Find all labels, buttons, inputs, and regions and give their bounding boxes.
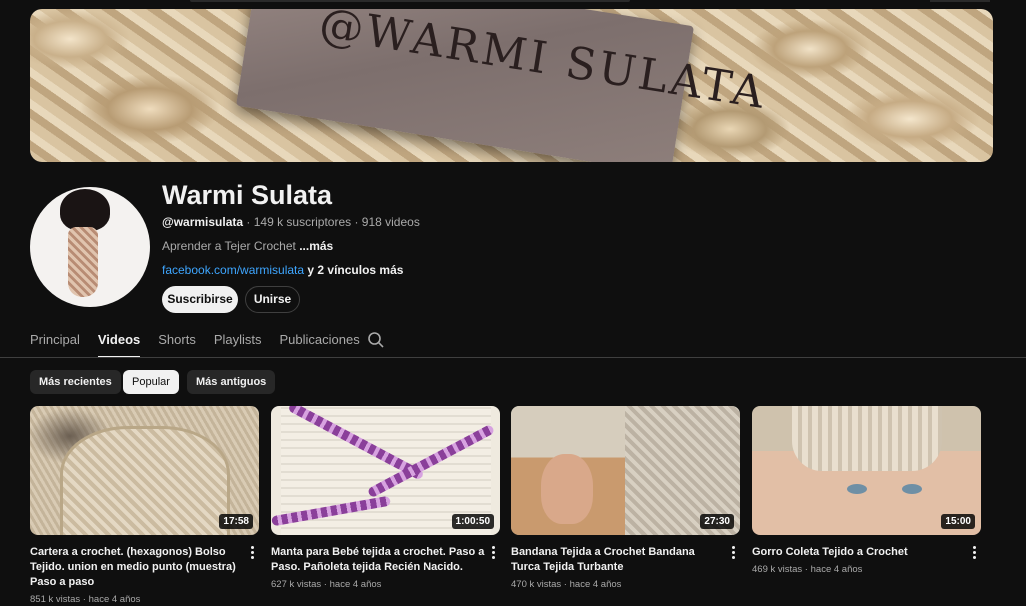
more-options-icon[interactable] <box>969 545 979 561</box>
description-more[interactable]: ...más <box>299 239 333 253</box>
more-options-icon[interactable] <box>728 545 738 561</box>
video-views: 851 k vistas <box>30 594 81 605</box>
channel-description[interactable]: Aprender a Tejer Crochet ...más <box>162 239 333 253</box>
video-title[interactable]: Bandana Tejida a Crochet Bandana Turca T… <box>511 545 725 575</box>
video-views: 470 k vistas <box>511 579 562 590</box>
chip-popular[interactable]: Popular <box>123 370 179 394</box>
more-links[interactable]: y 2 vínculos más <box>304 263 403 277</box>
chip-mas-recientes[interactable]: Más recientes <box>30 370 121 394</box>
channel-meta: @warmisulata · 149 k suscriptores · 918 … <box>162 215 420 229</box>
thumbnail-bag-art <box>60 426 230 535</box>
video-views: 469 k vistas <box>752 564 803 575</box>
tab-principal[interactable]: Principal <box>30 326 80 358</box>
banner-label-tag: @WARMI SULATA <box>235 9 770 162</box>
video-views: 627 k vistas <box>271 579 322 590</box>
video-thumbnail[interactable]: 1:00:50 <box>271 406 500 535</box>
more-options-icon[interactable] <box>247 545 257 561</box>
thumbnail-hat-art <box>792 406 942 471</box>
avatar-hair <box>60 189 110 231</box>
search-icon[interactable] <box>366 330 386 350</box>
video-duration: 15:00 <box>941 514 975 529</box>
more-options-icon[interactable] <box>488 545 498 561</box>
video-meta: 627 k vistas · hace 4 años <box>271 579 382 590</box>
video-card[interactable]: 27:30 Bandana Tejida a Crochet Bandana T… <box>511 406 740 590</box>
thumbnail-eye-art <box>902 484 922 494</box>
video-card[interactable]: 1:00:50 Manta para Bebé tejida a crochet… <box>271 406 500 590</box>
tab-publicaciones[interactable]: Publicaciones <box>280 326 360 358</box>
banner-text: @WARMI SULATA <box>315 9 771 120</box>
video-age: hace 4 años <box>810 564 863 575</box>
facebook-link[interactable]: facebook.com/warmisulata <box>162 263 304 277</box>
avatar-figure <box>68 227 98 297</box>
channel-stats: · 149 k suscriptores · 918 videos <box>243 215 420 229</box>
thumbnail-eye-art <box>847 484 867 494</box>
tab-playlists[interactable]: Playlists <box>214 326 262 358</box>
video-duration: 17:58 <box>219 514 253 529</box>
video-title[interactable]: Cartera a crochet. (hexagonos) Bolso Tej… <box>30 545 244 590</box>
channel-banner: @WARMI SULATA <box>30 9 993 162</box>
chip-mas-antiguos[interactable]: Más antiguos <box>187 370 276 394</box>
video-age: hace 4 años <box>88 594 141 605</box>
description-text: Aprender a Tejer Crochet <box>162 239 300 253</box>
avatar[interactable] <box>30 187 150 307</box>
thumbnail-face-art <box>541 454 593 524</box>
video-card[interactable]: 15:00 Gorro Coleta Tejido a Crochet 469 … <box>752 406 981 575</box>
video-thumbnail[interactable]: 27:30 <box>511 406 740 535</box>
join-button[interactable]: Unirse <box>245 286 300 313</box>
video-thumbnail[interactable]: 17:58 <box>30 406 259 535</box>
search-bar-edge <box>190 0 630 2</box>
video-card[interactable]: 17:58 Cartera a crochet. (hexagonos) Bol… <box>30 406 259 605</box>
video-age: hace 4 años <box>569 579 622 590</box>
channel-links: facebook.com/warmisulata y 2 vínculos má… <box>162 263 403 277</box>
video-title[interactable]: Manta para Bebé tejida a crochet. Paso a… <box>271 545 485 575</box>
tab-videos[interactable]: Videos <box>97 326 141 358</box>
video-thumbnail[interactable]: 15:00 <box>752 406 981 535</box>
tabs-divider <box>0 357 1026 358</box>
subscribe-button[interactable]: Suscribirse <box>162 286 238 313</box>
header-edge <box>930 0 990 2</box>
tab-shorts[interactable]: Shorts <box>158 326 196 358</box>
channel-name: Warmi Sulata <box>162 180 333 210</box>
video-meta: 470 k vistas · hace 4 años <box>511 579 622 590</box>
video-meta: 469 k vistas · hace 4 años <box>752 564 863 575</box>
video-duration: 1:00:50 <box>451 514 494 529</box>
channel-handle: @warmisulata <box>162 215 244 229</box>
channel-tabs: Principal Videos Shorts Playlists Public… <box>30 326 378 358</box>
video-duration: 27:30 <box>700 514 734 529</box>
video-meta: 851 k vistas · hace 4 años <box>30 594 141 605</box>
video-age: hace 4 años <box>329 579 382 590</box>
video-title[interactable]: Gorro Coleta Tejido a Crochet <box>752 545 966 560</box>
